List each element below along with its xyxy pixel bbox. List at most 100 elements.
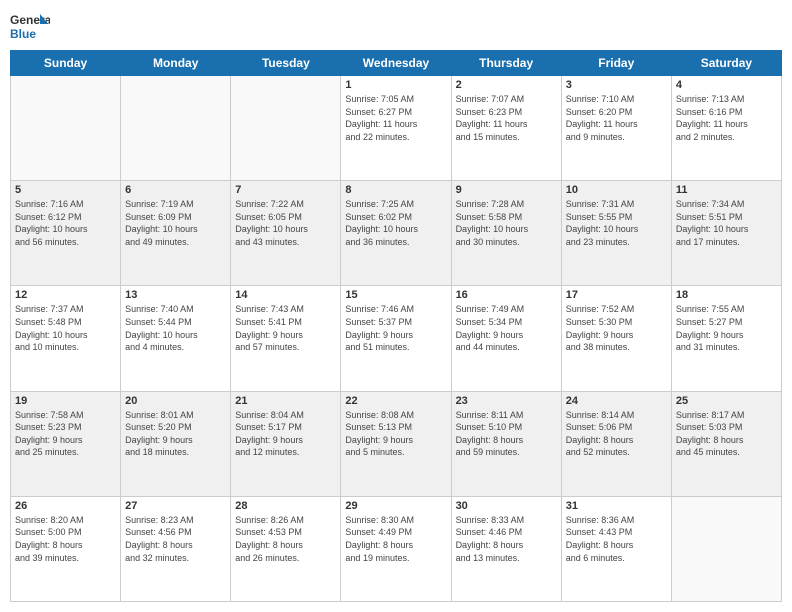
day-info: Sunrise: 7:28 AM Sunset: 5:58 PM Dayligh…	[456, 198, 557, 248]
day-number: 19	[15, 395, 116, 407]
day-number: 28	[235, 500, 336, 512]
weekday-header-sunday: Sunday	[11, 51, 121, 76]
page-header: General Blue	[10, 10, 782, 42]
calendar-cell	[11, 76, 121, 181]
day-info: Sunrise: 8:20 AM Sunset: 5:00 PM Dayligh…	[15, 514, 116, 564]
day-info: Sunrise: 7:55 AM Sunset: 5:27 PM Dayligh…	[676, 303, 777, 353]
calendar-cell: 28 Sunrise: 8:26 AM Sunset: 4:53 PM Dayli…	[231, 496, 341, 601]
calendar-cell: 8 Sunrise: 7:25 AM Sunset: 6:02 PM Daylig…	[341, 181, 451, 286]
day-number: 27	[125, 500, 226, 512]
day-info: Sunrise: 7:19 AM Sunset: 6:09 PM Dayligh…	[125, 198, 226, 248]
day-number: 26	[15, 500, 116, 512]
calendar-cell: 10Sunrise: 7:31 AM Sunset: 5:55 PM Dayli…	[561, 181, 671, 286]
day-number: 3	[566, 79, 667, 91]
day-number: 12	[15, 289, 116, 301]
day-info: Sunrise: 8:14 AM Sunset: 5:06 PM Dayligh…	[566, 409, 667, 459]
calendar-cell	[671, 496, 781, 601]
logo: General Blue	[10, 10, 54, 42]
calendar-cell: 13 Sunrise: 7:40 AM Sunset: 5:44 PM Dayli…	[121, 286, 231, 391]
calendar-cell: 18 Sunrise: 7:55 AM Sunset: 5:27 PM Dayli…	[671, 286, 781, 391]
day-info: Sunrise: 7:37 AM Sunset: 5:48 PM Dayligh…	[15, 303, 116, 353]
day-info: Sunrise: 8:17 AM Sunset: 5:03 PM Dayligh…	[676, 409, 777, 459]
day-info: Sunrise: 7:05 AM Sunset: 6:27 PM Dayligh…	[345, 93, 446, 143]
day-number: 4	[676, 79, 777, 91]
day-info: Sunrise: 7:58 AM Sunset: 5:23 PM Dayligh…	[15, 409, 116, 459]
calendar-cell: 30 Sunrise: 8:33 AM Sunset: 4:46 PM Dayli…	[451, 496, 561, 601]
weekday-header-row: SundayMondayTuesdayWednesdayThursdayFrid…	[11, 51, 782, 76]
day-number: 25	[676, 395, 777, 407]
day-info: Sunrise: 7:10 AM Sunset: 6:20 PM Dayligh…	[566, 93, 667, 143]
calendar-cell: 1 Sunrise: 7:05 AM Sunset: 6:27 PM Daylig…	[341, 76, 451, 181]
weekday-header-saturday: Saturday	[671, 51, 781, 76]
weekday-header-wednesday: Wednesday	[341, 51, 451, 76]
day-info: Sunrise: 7:52 AM Sunset: 5:30 PM Dayligh…	[566, 303, 667, 353]
day-info: Sunrise: 7:07 AM Sunset: 6:23 PM Dayligh…	[456, 93, 557, 143]
calendar-cell: 22Sunrise: 8:08 AM Sunset: 5:13 PM Dayli…	[341, 391, 451, 496]
day-info: Sunrise: 7:34 AM Sunset: 5:51 PM Dayligh…	[676, 198, 777, 248]
day-number: 18	[676, 289, 777, 301]
day-info: Sunrise: 7:46 AM Sunset: 5:37 PM Dayligh…	[345, 303, 446, 353]
calendar-cell: 7Sunrise: 7:22 AM Sunset: 6:05 PM Daylig…	[231, 181, 341, 286]
day-info: Sunrise: 7:22 AM Sunset: 6:05 PM Dayligh…	[235, 198, 336, 248]
calendar-cell: 19 Sunrise: 7:58 AM Sunset: 5:23 PM Dayli…	[11, 391, 121, 496]
day-number: 30	[456, 500, 557, 512]
calendar-week-row: 5 Sunrise: 7:16 AM Sunset: 6:12 PM Daylig…	[11, 181, 782, 286]
day-number: 31	[566, 500, 667, 512]
calendar-week-row: 1 Sunrise: 7:05 AM Sunset: 6:27 PM Daylig…	[11, 76, 782, 181]
calendar-cell: 25 Sunrise: 8:17 AM Sunset: 5:03 PM Dayli…	[671, 391, 781, 496]
calendar-week-row: 12 Sunrise: 7:37 AM Sunset: 5:48 PM Dayli…	[11, 286, 782, 391]
day-number: 24	[566, 395, 667, 407]
calendar-cell: 23 Sunrise: 8:11 AM Sunset: 5:10 PM Dayli…	[451, 391, 561, 496]
calendar-cell: 4 Sunrise: 7:13 AM Sunset: 6:16 PM Daylig…	[671, 76, 781, 181]
calendar-cell: 17 Sunrise: 7:52 AM Sunset: 5:30 PM Dayli…	[561, 286, 671, 391]
logo-icon: General Blue	[10, 10, 50, 42]
calendar-cell: 9 Sunrise: 7:28 AM Sunset: 5:58 PM Daylig…	[451, 181, 561, 286]
calendar-week-row: 19 Sunrise: 7:58 AM Sunset: 5:23 PM Dayli…	[11, 391, 782, 496]
weekday-header-thursday: Thursday	[451, 51, 561, 76]
day-number: 17	[566, 289, 667, 301]
day-number: 9	[456, 184, 557, 196]
day-info: Sunrise: 8:30 AM Sunset: 4:49 PM Dayligh…	[345, 514, 446, 564]
day-number: 13	[125, 289, 226, 301]
day-info: Sunrise: 7:13 AM Sunset: 6:16 PM Dayligh…	[676, 93, 777, 143]
day-number: 23	[456, 395, 557, 407]
weekday-header-tuesday: Tuesday	[231, 51, 341, 76]
day-number: 20	[125, 395, 226, 407]
calendar-cell: 14Sunrise: 7:43 AM Sunset: 5:41 PM Dayli…	[231, 286, 341, 391]
day-info: Sunrise: 8:26 AM Sunset: 4:53 PM Dayligh…	[235, 514, 336, 564]
calendar-cell: 24 Sunrise: 8:14 AM Sunset: 5:06 PM Dayli…	[561, 391, 671, 496]
calendar-week-row: 26 Sunrise: 8:20 AM Sunset: 5:00 PM Dayli…	[11, 496, 782, 601]
day-info: Sunrise: 7:40 AM Sunset: 5:44 PM Dayligh…	[125, 303, 226, 353]
calendar-cell: 20 Sunrise: 8:01 AM Sunset: 5:20 PM Dayli…	[121, 391, 231, 496]
day-number: 14	[235, 289, 336, 301]
day-info: Sunrise: 8:36 AM Sunset: 4:43 PM Dayligh…	[566, 514, 667, 564]
calendar-cell	[231, 76, 341, 181]
calendar-cell: 16 Sunrise: 7:49 AM Sunset: 5:34 PM Dayli…	[451, 286, 561, 391]
day-number: 21	[235, 395, 336, 407]
calendar-cell: 3 Sunrise: 7:10 AM Sunset: 6:20 PM Daylig…	[561, 76, 671, 181]
calendar-cell: 12 Sunrise: 7:37 AM Sunset: 5:48 PM Dayli…	[11, 286, 121, 391]
day-number: 1	[345, 79, 446, 91]
day-number: 15	[345, 289, 446, 301]
day-info: Sunrise: 8:33 AM Sunset: 4:46 PM Dayligh…	[456, 514, 557, 564]
day-info: Sunrise: 8:11 AM Sunset: 5:10 PM Dayligh…	[456, 409, 557, 459]
calendar-cell: 26 Sunrise: 8:20 AM Sunset: 5:00 PM Dayli…	[11, 496, 121, 601]
day-number: 8	[345, 184, 446, 196]
calendar-cell: 11Sunrise: 7:34 AM Sunset: 5:51 PM Dayli…	[671, 181, 781, 286]
day-info: Sunrise: 7:16 AM Sunset: 6:12 PM Dayligh…	[15, 198, 116, 248]
day-number: 5	[15, 184, 116, 196]
day-info: Sunrise: 7:31 AM Sunset: 5:55 PM Dayligh…	[566, 198, 667, 248]
day-info: Sunrise: 8:01 AM Sunset: 5:20 PM Dayligh…	[125, 409, 226, 459]
day-info: Sunrise: 7:49 AM Sunset: 5:34 PM Dayligh…	[456, 303, 557, 353]
day-info: Sunrise: 8:23 AM Sunset: 4:56 PM Dayligh…	[125, 514, 226, 564]
day-number: 29	[345, 500, 446, 512]
calendar-cell: 2Sunrise: 7:07 AM Sunset: 6:23 PM Daylig…	[451, 76, 561, 181]
day-number: 6	[125, 184, 226, 196]
day-info: Sunrise: 7:25 AM Sunset: 6:02 PM Dayligh…	[345, 198, 446, 248]
calendar-table: SundayMondayTuesdayWednesdayThursdayFrid…	[10, 50, 782, 602]
calendar-cell: 21Sunrise: 8:04 AM Sunset: 5:17 PM Dayli…	[231, 391, 341, 496]
day-number: 16	[456, 289, 557, 301]
page-container: General Blue SundayMondayTuesdayWednesda…	[0, 0, 792, 612]
calendar-cell: 31 Sunrise: 8:36 AM Sunset: 4:43 PM Dayli…	[561, 496, 671, 601]
calendar-cell: 29 Sunrise: 8:30 AM Sunset: 4:49 PM Dayli…	[341, 496, 451, 601]
